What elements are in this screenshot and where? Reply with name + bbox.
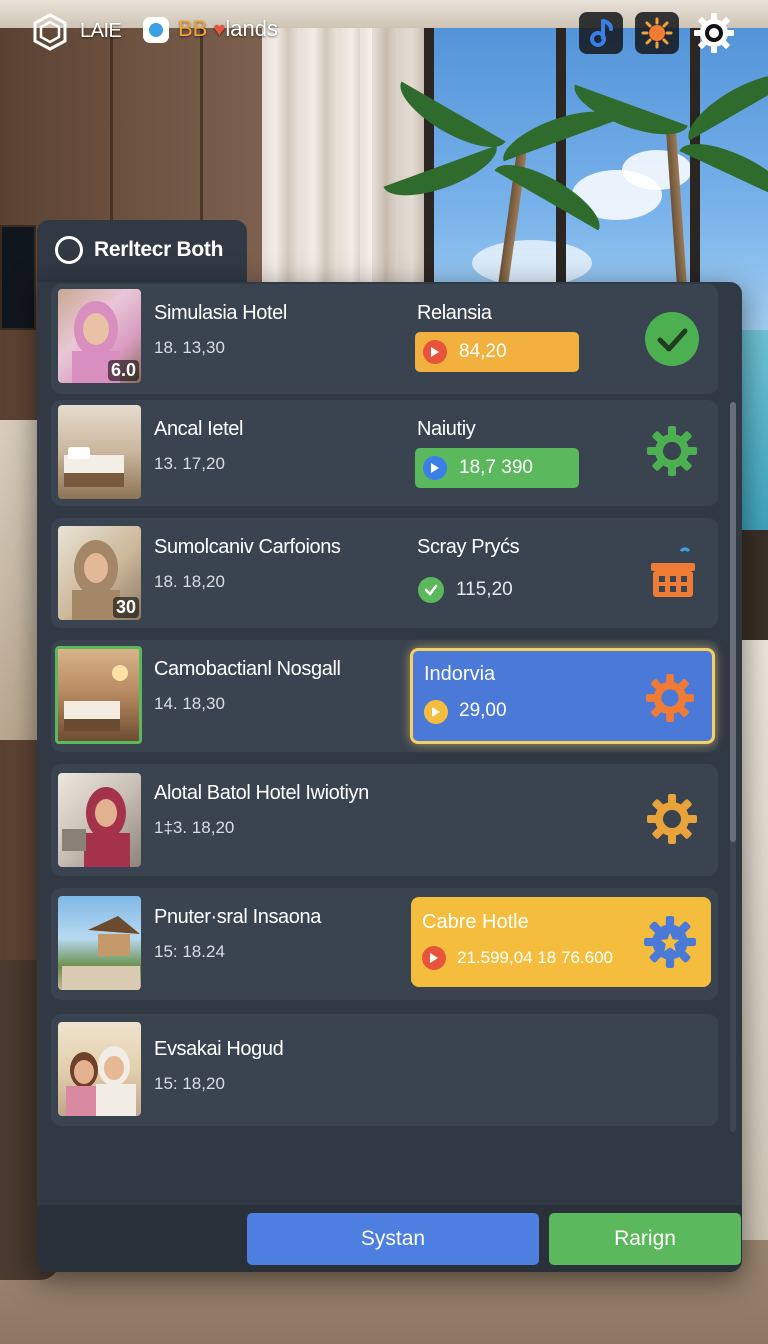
guest-photo: 30 — [58, 526, 141, 620]
price-pill[interactable]: 115,20 — [415, 570, 579, 610]
list-item[interactable]: 6.0 Simulasia Hotel 18. 13,30 Relansia 8… — [51, 284, 718, 394]
hotel-name: Ancal Ietel — [154, 418, 243, 440]
status-label: Relansia — [417, 302, 492, 324]
guest-photo — [58, 773, 141, 867]
price-value: 18,7 390 — [459, 457, 533, 478]
hotel-time: 18. 13,30 — [154, 338, 225, 357]
status-label: Scray Pryćs — [417, 536, 520, 558]
hotel-name: Sumolcaniv Carfoions — [154, 536, 341, 558]
price-pill[interactable]: 84,20 — [415, 332, 579, 372]
two-people-icon — [66, 1046, 136, 1116]
status-dot-icon — [143, 17, 169, 43]
photo-badge: 30 — [112, 597, 139, 618]
music-note-icon[interactable] — [579, 12, 623, 54]
panel-title: Rerltecr Both — [94, 238, 224, 261]
hotel-name: Evsakai Hogud — [154, 1038, 284, 1060]
system-button[interactable]: Systan — [247, 1213, 539, 1265]
status-label: Naiutiy — [417, 418, 476, 440]
play-icon — [424, 700, 448, 724]
gear-icon[interactable] — [645, 673, 695, 723]
gear-icon[interactable] — [692, 12, 736, 54]
resort-hut-icon — [62, 916, 140, 990]
location-prefix: BB — [178, 16, 208, 41]
sun-settings-icon[interactable] — [635, 12, 679, 54]
hotel-time: 15: 18.24 — [154, 942, 225, 961]
bed-icon — [64, 447, 124, 487]
resort-photo — [58, 896, 141, 990]
cube-logo-icon — [33, 13, 67, 51]
status-label: Cabre Hotle — [422, 911, 529, 933]
list-item[interactable]: Evsakai Hogud 15: 18,20 — [51, 1014, 718, 1126]
guest-photo — [58, 1022, 141, 1116]
room-photo — [55, 646, 142, 744]
location-name: lands — [225, 16, 278, 41]
list-item[interactable]: Ancal Ietel 13. 17,20 Naiutiy 18,7 390 — [51, 400, 718, 506]
map-pin-icon: ♥ — [213, 19, 226, 41]
play-icon — [423, 340, 447, 364]
hotel-time: 1‡3. 18,20 — [154, 818, 235, 837]
photo-badge: 6.0 — [107, 360, 139, 381]
hotel-name: Camobactianl Nosgall — [154, 658, 341, 680]
price-value: 29,00 — [459, 700, 507, 721]
list-item[interactable]: Pnuter·sral Insaona 15: 18.24 Cabre Hotl… — [51, 888, 718, 1000]
hotel-name: Pnuter·sral Insaona — [154, 906, 321, 928]
list-item-selected[interactable]: Camobactianl Nosgall 14. 18,30 Indorvia … — [51, 640, 718, 752]
hotel-time: 18. 18,20 — [154, 572, 225, 591]
status-label: Indorvia — [424, 663, 496, 685]
scrollbar-thumb[interactable] — [730, 402, 736, 842]
price-value: 115,20 — [456, 579, 513, 600]
basket-icon[interactable] — [643, 544, 701, 602]
hotel-time: 15: 18,20 — [154, 1074, 225, 1093]
hotel-time: 14. 18,30 — [154, 694, 225, 713]
hotel-name: Alotal Batol Hotel Iwiotiyn — [154, 782, 369, 804]
region-button[interactable]: Rarign — [549, 1213, 741, 1265]
offer-card[interactable]: Cabre Hotle 21.599,04 18 76.600 — [411, 897, 711, 987]
top-bar: LAIE BB ♥lands — [0, 0, 768, 66]
bed-icon — [64, 665, 128, 731]
room-photo — [58, 405, 141, 499]
gear-star-icon[interactable] — [643, 915, 697, 969]
check-icon — [418, 577, 444, 603]
price-value: 84,20 — [459, 341, 507, 362]
play-icon — [422, 946, 446, 970]
selected-offer-card[interactable]: Indorvia 29,00 — [410, 648, 715, 744]
list-item[interactable]: Alotal Batol Hotel Iwiotiyn 1‡3. 18,20 — [51, 764, 718, 876]
check-circle-icon[interactable] — [643, 310, 701, 368]
gear-icon[interactable] — [643, 790, 701, 848]
gear-icon[interactable] — [643, 422, 701, 480]
person-portrait-icon — [62, 787, 130, 867]
tv-screen — [0, 225, 36, 330]
circle-icon — [55, 236, 83, 264]
guest-photo: 6.0 — [58, 289, 141, 383]
brand-name: LAIE — [80, 20, 122, 42]
location-title[interactable]: BB ♥lands — [178, 16, 278, 42]
hotel-name: Simulasia Hotel — [154, 302, 287, 324]
price-pill[interactable]: 18,7 390 — [415, 448, 579, 488]
sofa — [740, 640, 768, 1240]
list-item[interactable]: 30 Sumolcaniv Carfoions 18. 18,20 Scray … — [51, 518, 718, 628]
price-value: 21.599,04 18 76.600 — [457, 948, 613, 967]
hotel-time: 13. 17,20 — [154, 454, 225, 473]
play-icon — [423, 456, 447, 480]
